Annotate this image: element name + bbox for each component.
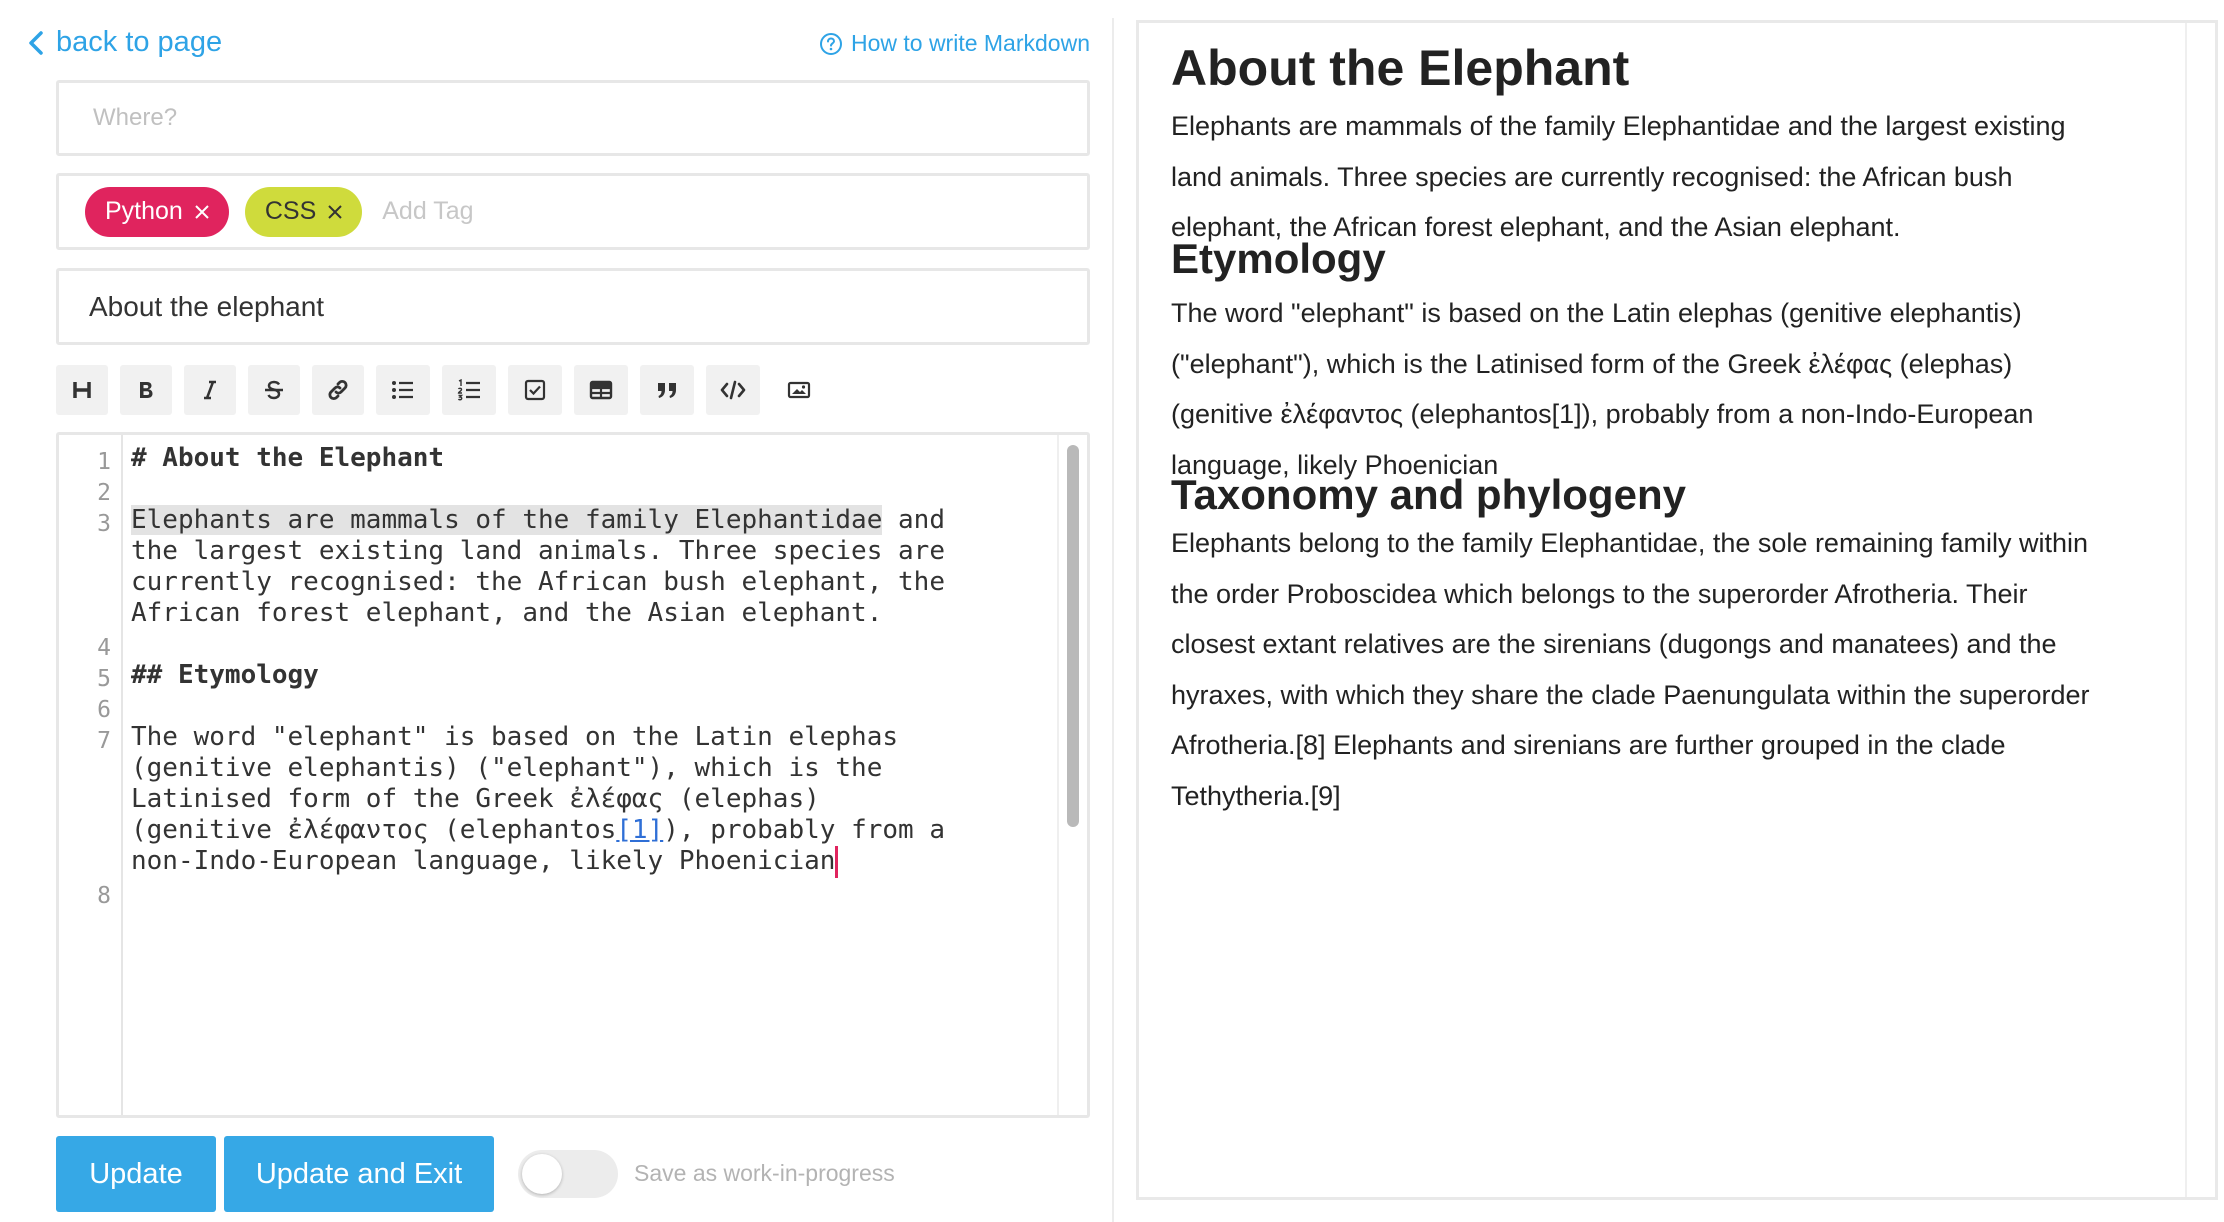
preview-text-line: The word "elephant" is based on the Lati…: [1171, 298, 2022, 328]
markdown-toolbar: [56, 365, 838, 415]
strikethrough-button[interactable]: [248, 365, 300, 415]
title-input[interactable]: [59, 271, 1087, 342]
strikethrough-icon: [265, 380, 283, 400]
tags-field: Python CSS Add Tag: [56, 173, 1090, 250]
preview-paragraph: The word "elephant" is based on the Lati…: [1171, 288, 2161, 490]
remove-tag-css-icon[interactable]: [328, 204, 342, 219]
code-line-heading: ## Etymology: [131, 660, 319, 690]
code-icon: [720, 380, 746, 400]
preview-text-line: Tethytheria.[9]: [1171, 780, 1341, 811]
line-number: 1: [97, 449, 111, 475]
image-button[interactable]: [772, 365, 826, 415]
italic-button[interactable]: [184, 365, 236, 415]
preview-text-line: the order Proboscidea which belongs to t…: [1171, 578, 2028, 609]
line-number: 6: [97, 697, 111, 723]
heading-icon: [73, 382, 91, 398]
line-number: 2: [97, 480, 111, 506]
how-to-write-markdown-label: How to write Markdown: [850, 30, 1090, 56]
text-cursor: [835, 845, 839, 878]
pane-divider: [1112, 18, 1114, 1222]
line-number: 4: [97, 635, 111, 661]
tag-python-label: Python: [105, 197, 183, 225]
line-number: 3: [97, 511, 111, 537]
preview-text-line: land animals. Three species are currentl…: [1171, 161, 2013, 192]
table-button[interactable]: [574, 365, 628, 415]
update-button[interactable]: Update: [56, 1136, 216, 1212]
code-line-heading: # About the Elephant: [131, 443, 445, 473]
editor-scrollbar-thumb[interactable]: [1067, 445, 1079, 827]
tag-css: CSS: [244, 186, 363, 237]
numbered-list-icon: [457, 379, 480, 401]
preview-heading-2: Taxonomy and phylogeny: [1171, 471, 1686, 518]
preview-text-line: closest extant relatives are the sirenia…: [1171, 629, 2057, 659]
bulleted-list-button[interactable]: [376, 365, 430, 415]
top-bar: back to page How to write Markdown: [28, 26, 1090, 66]
preview-heading-1: About the Elephant: [1171, 40, 1630, 96]
where-field: [56, 80, 1090, 156]
preview-paragraph: Elephants belong to the family Elephanti…: [1171, 518, 2161, 821]
table-icon: [589, 380, 613, 400]
markdown-editor[interactable]: 1 2 3 4 5 6 7 8 # About the Elephant Ele…: [56, 432, 1090, 1118]
work-in-progress-toggle[interactable]: [518, 1150, 618, 1198]
update-and-exit-button[interactable]: Update and Exit: [224, 1136, 494, 1212]
bold-icon: [140, 382, 153, 398]
selected-text: Elephants are mammals of the family Elep…: [131, 505, 883, 535]
code-button[interactable]: [706, 365, 760, 415]
chevron-left-icon: [29, 30, 43, 55]
quote-icon: [658, 383, 676, 398]
code-text: (genitive ἐλέφαντος (elephantos: [131, 815, 617, 845]
remove-tag-python-icon[interactable]: [195, 204, 209, 219]
preview-text-line: ("elephant"), which is the Latinised for…: [1171, 348, 2013, 379]
title-field: [56, 268, 1090, 345]
question-circle-icon: [819, 32, 842, 55]
editor-pane: back to page How to write Markdown Pytho…: [0, 0, 1100, 1222]
code-text: non-Indo-European language, likely Phoen…: [131, 846, 836, 876]
code-line: African forest elephant, and the Asian e…: [131, 598, 883, 628]
toggle-knob: [522, 1154, 562, 1194]
back-to-page-label: back to page: [56, 26, 223, 58]
link-button[interactable]: [312, 365, 364, 415]
markdown-preview: About the Elephant Elephants are mammals…: [1136, 20, 2218, 1200]
heading-button[interactable]: [56, 365, 108, 415]
where-input[interactable]: [59, 83, 1087, 153]
bold-button[interactable]: [120, 365, 172, 415]
footnote-reference-link[interactable]: [1]: [616, 815, 663, 845]
editor-scrollbar[interactable]: [1057, 435, 1087, 1115]
quote-button[interactable]: [640, 365, 694, 415]
preview-paragraph: Elephants are mammals of the family Elep…: [1171, 101, 2161, 253]
link-icon: [328, 379, 348, 401]
image-icon: [787, 381, 811, 399]
line-number: 5: [97, 666, 111, 692]
preview-text-line: Elephants are mammals of the family Elep…: [1171, 111, 2066, 141]
line-number: 8: [97, 883, 111, 909]
tag-python: Python: [85, 186, 229, 237]
preview-heading-2: Etymology: [1171, 235, 1386, 282]
work-in-progress-label: Save as work-in-progress: [634, 1160, 895, 1186]
preview-scrollbar[interactable]: [2185, 23, 2215, 1197]
checkbox-icon: [524, 379, 546, 401]
add-tag-input[interactable]: Add Tag: [382, 197, 473, 226]
how-to-write-markdown-link[interactable]: How to write Markdown: [819, 30, 1090, 57]
code-text: and: [882, 505, 945, 535]
preview-text-line: (genitive ἐλέφαντος (elephantos[1]), pro…: [1171, 399, 2034, 429]
code-text: ), probably from a: [663, 815, 945, 845]
numbered-list-button[interactable]: [442, 365, 496, 415]
code-line: non-Indo-European language, likely Phoen…: [131, 843, 839, 879]
preview-text-line: Afrotheria.[8] Elephants and sirenians a…: [1171, 730, 2006, 760]
tag-css-label: CSS: [264, 197, 317, 225]
code-area[interactable]: # About the Elephant Elephants are mamma…: [131, 435, 1039, 878]
bulleted-list-icon: [392, 381, 413, 399]
preview-text-line: Elephants belong to the family Elephanti…: [1171, 528, 2089, 558]
checklist-button[interactable]: [508, 365, 562, 415]
back-to-page-link[interactable]: back to page: [28, 26, 222, 59]
italic-icon: [204, 380, 216, 400]
preview-text-line: hyraxes, with which they share the clade…: [1171, 679, 2090, 710]
line-number: 7: [97, 728, 111, 754]
line-number-gutter: 1 2 3 4 5 6 7 8: [59, 435, 123, 1115]
